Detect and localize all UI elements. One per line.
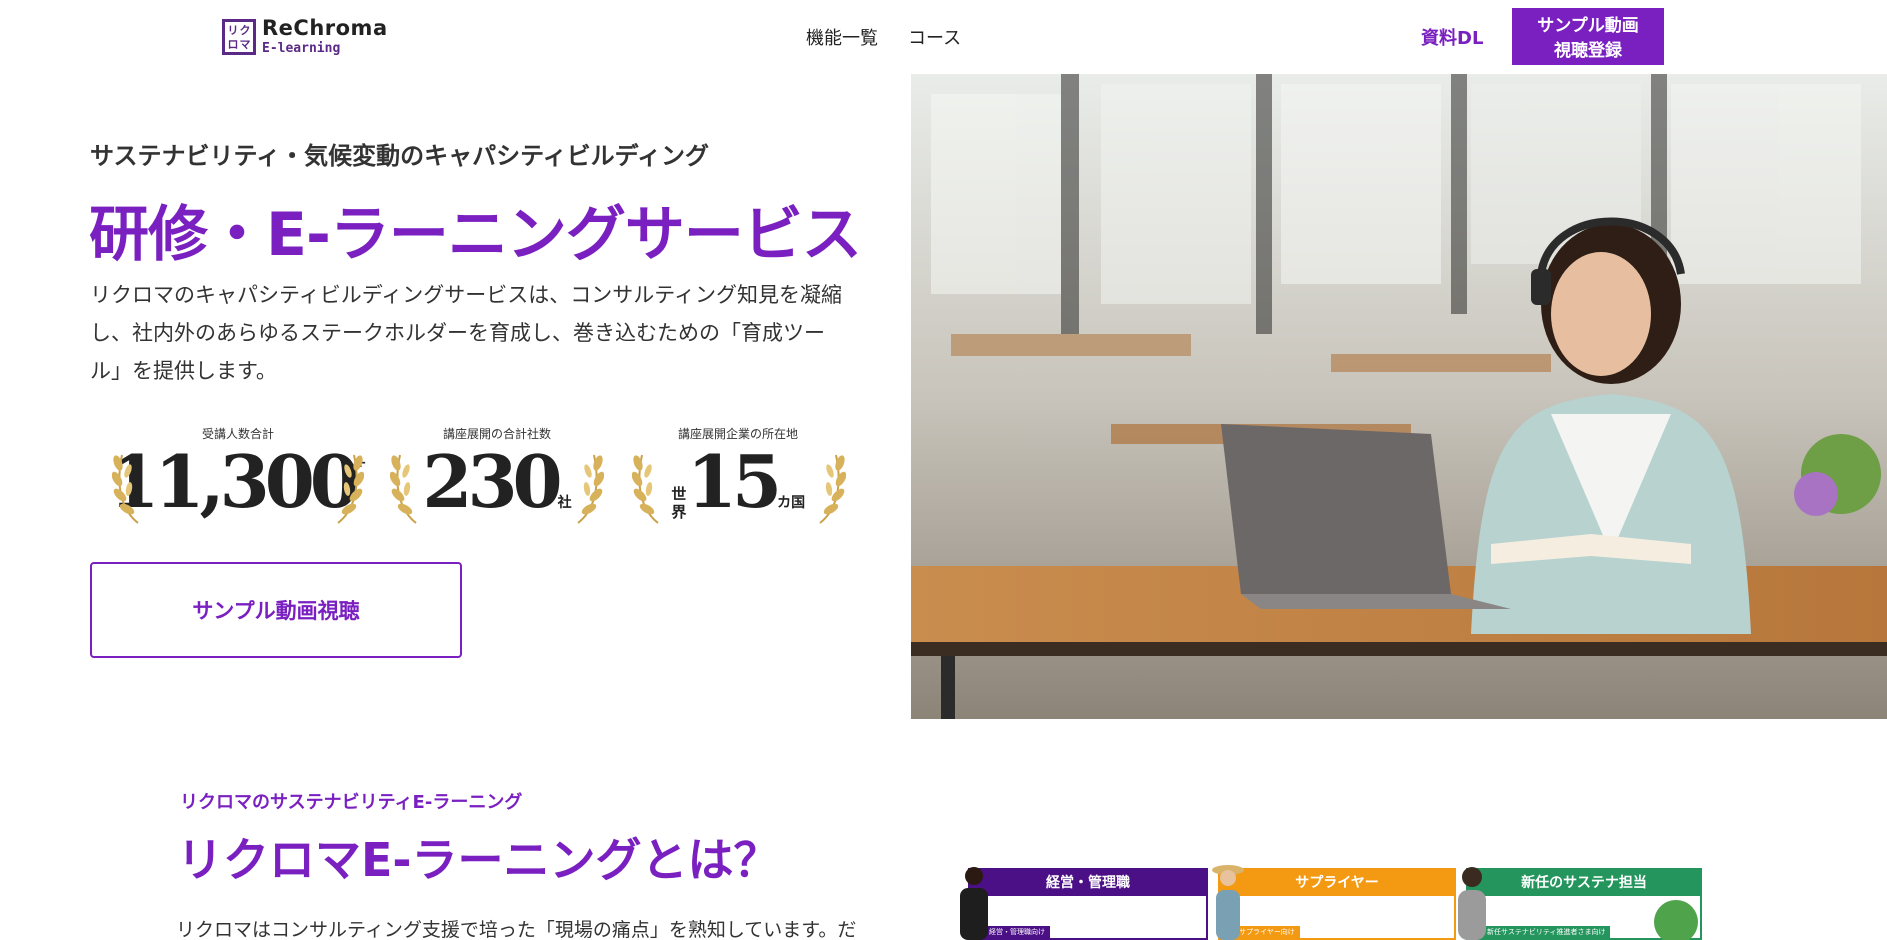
site-header: リ ク ロ マ ReChroma E-learning 機能一覧 コース 資料D… — [0, 0, 1887, 74]
card-title: 経営・管理職 — [970, 870, 1206, 896]
target-cards: 経営・管理職 経営・管理職向け サプライヤー サプライヤー向け 新任のサステナ担… — [952, 862, 1702, 940]
nav-courses-link[interactable]: コース — [908, 24, 961, 50]
sample-video-register-button[interactable]: サンプル動画 視聴登録 — [1512, 8, 1664, 65]
logo-mark-char: ロ — [227, 37, 239, 51]
laurel-left-icon — [112, 454, 139, 524]
hero-subtitle: サステナビリティ・気候変動のキャパシティビルディング — [90, 142, 709, 170]
farmer-icon — [1212, 865, 1244, 940]
laurel-left-icon — [632, 454, 659, 524]
stat-value: 15 — [686, 439, 782, 524]
businessman-icon — [960, 867, 988, 940]
stat-unit: 社 — [557, 495, 572, 511]
tree-icon — [1654, 900, 1698, 940]
card-tag: 経営・管理職向け — [984, 926, 1050, 938]
section-title: リクロマE-ラーニングとは？ — [177, 833, 780, 887]
logo-title: ReChroma — [262, 16, 388, 40]
cta-line2: 視聴登録 — [1554, 41, 1622, 60]
nav-features-link[interactable]: 機能一覧 — [806, 24, 878, 50]
section-description: リクロマはコンサルティング支援で培った「現場の痛点」を熟知しています。だ — [176, 919, 857, 940]
hero-description: リクロマのキャパシティビルディングサービスは、コンサルティング知見を凝縮し、社内… — [90, 283, 843, 383]
stat-value: 230 — [422, 439, 562, 524]
stat-value: 11,300 — [109, 439, 360, 524]
logo-text: ReChroma E-learning — [262, 16, 388, 56]
laurel-right-icon — [819, 454, 846, 524]
card-supplier[interactable]: サプライヤー サプライヤー向け — [1218, 868, 1456, 940]
laurel-left-icon — [390, 454, 417, 524]
logo-subtitle: E-learning — [262, 41, 341, 56]
stat-prefix: 世界 — [671, 484, 687, 521]
laurel-right-icon — [337, 454, 364, 524]
sample-video-button[interactable]: サンプル動画視聴 — [90, 562, 462, 658]
logo-mark-char: リ — [227, 23, 239, 37]
document-download-link[interactable]: 資料DL — [1421, 24, 1483, 50]
card-title: サプライヤー — [1220, 870, 1454, 896]
laurel-right-icon — [577, 454, 604, 524]
stat-unit: カ国 — [777, 495, 806, 511]
hero-photo-illustration — [911, 74, 1887, 719]
card-management[interactable]: 経営・管理職 経営・管理職向け — [968, 868, 1208, 940]
cta-line1: サンプル動画 — [1537, 16, 1639, 35]
hero-title: 研修・E-ラーニングサービス — [89, 200, 862, 270]
stat-participants: 受講人数合計 11,300+ — [108, 425, 368, 525]
logo-mark-char: マ — [239, 37, 251, 51]
card-title: 新任のサステナ担当 — [1468, 870, 1700, 896]
card-tag: 新任サステナビリティ推進者さま向け — [1482, 926, 1611, 938]
main-nav: 機能一覧 コース — [806, 24, 961, 50]
logo[interactable]: リ ク ロ マ ReChroma E-learning — [222, 18, 388, 55]
logo-mark-char: ク — [239, 23, 251, 37]
stat-companies: 講座展開の合計社数 230社 — [390, 425, 604, 525]
stats-row: 受講人数合計 11,300+ 講座展開の合計社数 230社 — [108, 425, 846, 525]
woman-icon — [1458, 867, 1486, 940]
hero-photo — [911, 74, 1887, 719]
section-subtitle: リクロマのサステナビリティE-ラーニング — [180, 792, 523, 813]
logo-mark-icon: リ ク ロ マ — [222, 18, 256, 55]
stat-countries: 講座展開企業の所在地 世界15カ国 — [632, 425, 846, 525]
